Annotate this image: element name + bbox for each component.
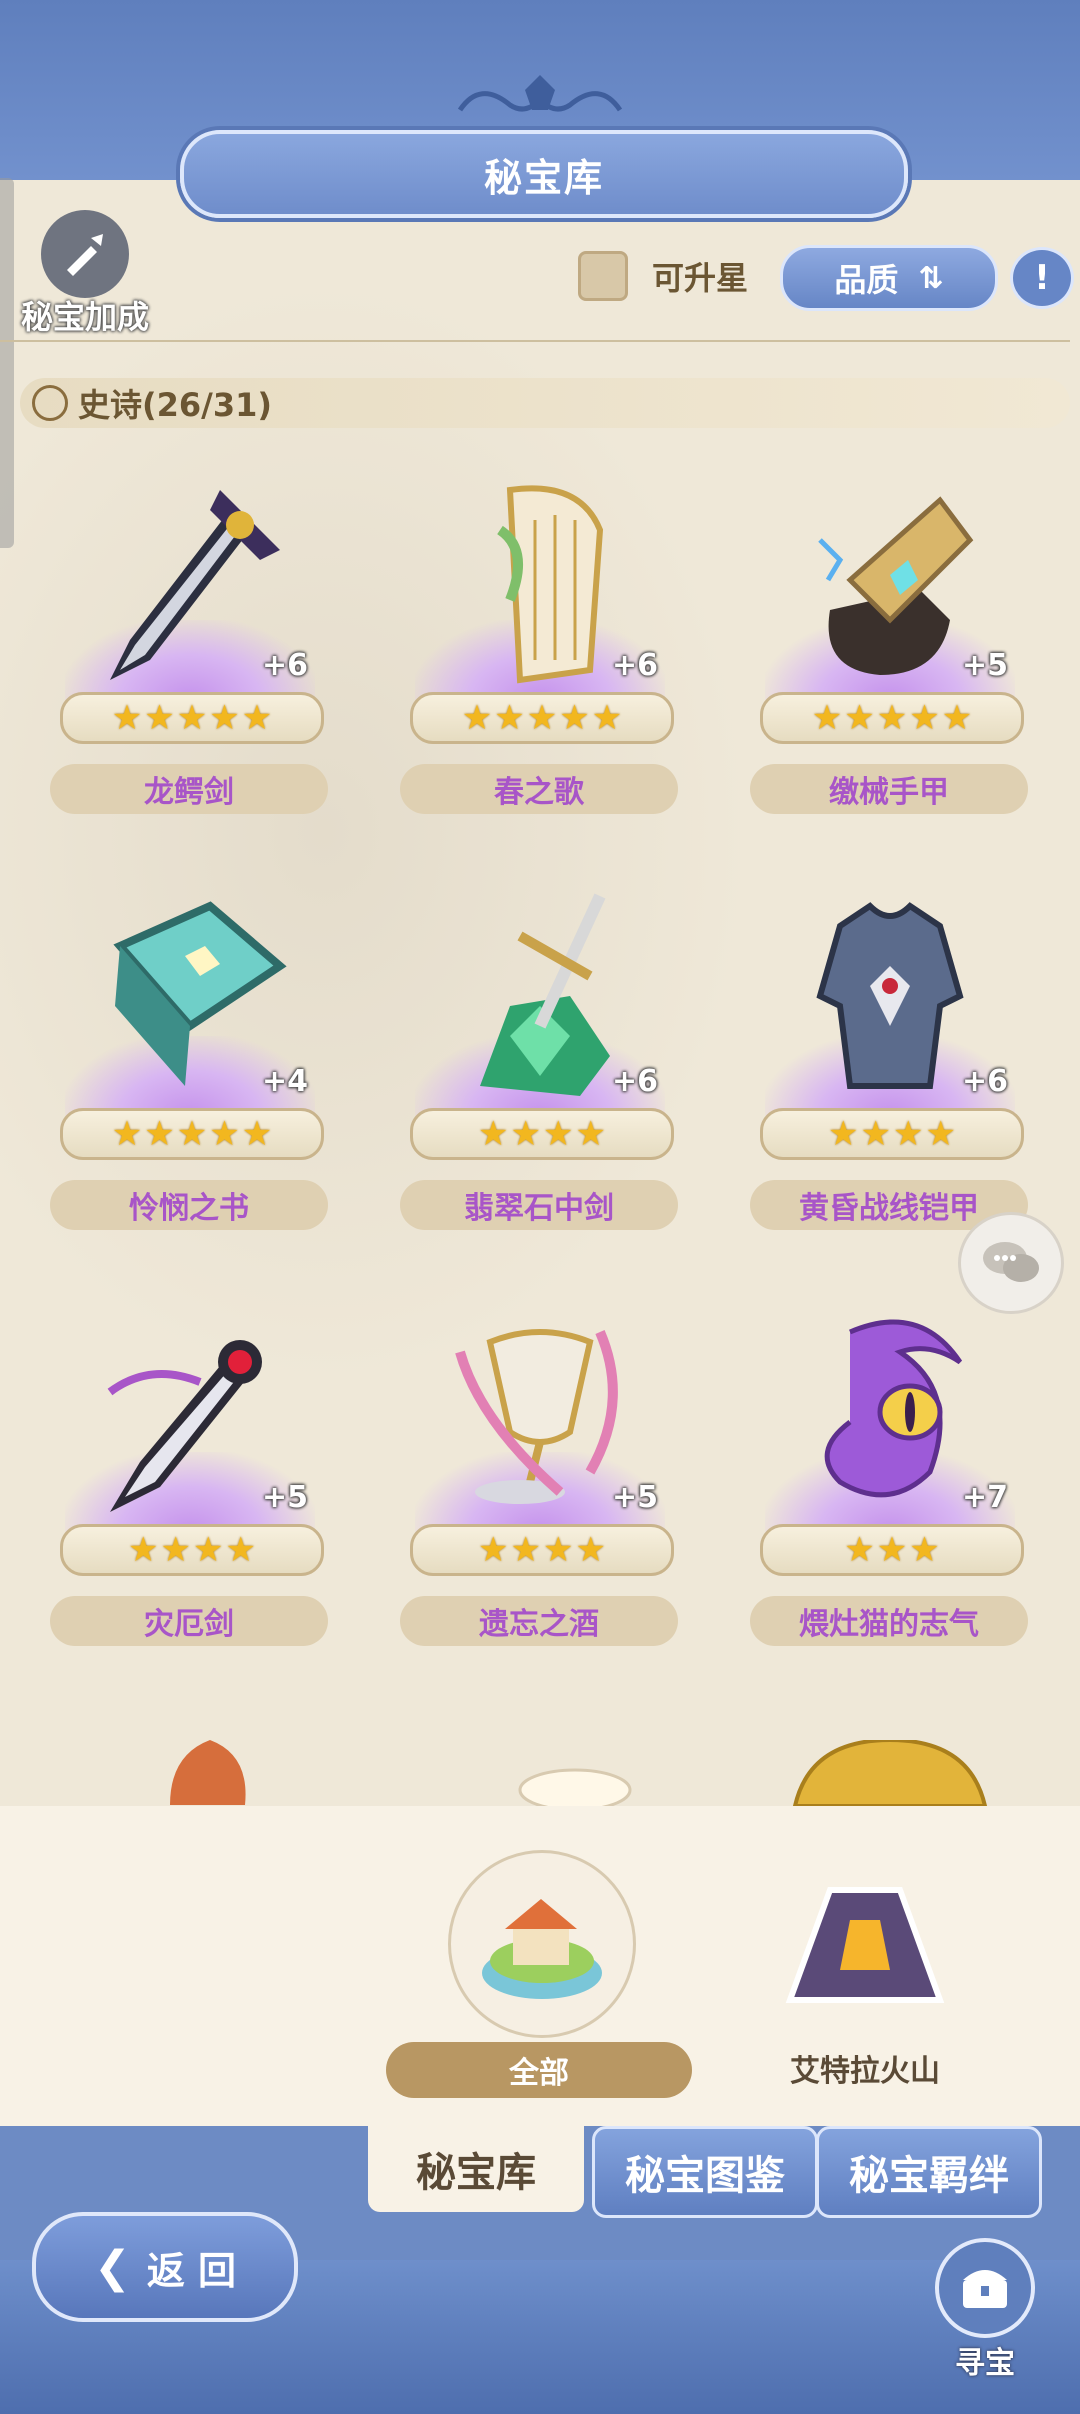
item-name: 煨灶猫的志气: [750, 1596, 1028, 1646]
treasure-bonus-button[interactable]: 秘宝加成: [10, 210, 160, 336]
item-name: 春之歌: [400, 764, 678, 814]
info-icon[interactable]: !: [1010, 247, 1074, 309]
star-rating: ★ ★ ★ ★ ★: [60, 1108, 324, 1160]
title-ornament-icon: [457, 75, 623, 112]
epic-icon: [32, 385, 68, 421]
level-badge: +4: [261, 1064, 308, 1099]
item-name: 翡翠石中剑: [400, 1180, 678, 1230]
tab-treasure-bonds[interactable]: 秘宝羁绊: [816, 2126, 1042, 2218]
volcano-icon: [785, 1887, 945, 2003]
sword-in-stone-icon: [480, 893, 610, 1096]
star-rating: ★ ★ ★ ★: [410, 1524, 674, 1576]
bonus-label: 秘宝加成: [20, 298, 149, 336]
title-banner: 秘宝库: [180, 130, 908, 218]
level-badge: +5: [961, 648, 1008, 683]
level-badge: +5: [261, 1480, 308, 1515]
star-rating: ★ ★ ★ ★: [60, 1524, 324, 1576]
region-all-button[interactable]: [448, 1850, 636, 2038]
house-island-icon: [482, 1899, 602, 1999]
upgradable-label: 可升星: [652, 259, 749, 297]
sort-quality-button[interactable]: 品质 ⇅: [780, 245, 998, 311]
region-volcano-button[interactable]: [780, 1860, 950, 2020]
page-title: 秘宝库: [483, 155, 604, 200]
level-badge: +6: [611, 648, 658, 683]
flower-icon: [518, 1768, 632, 1806]
region-all-label[interactable]: 全部: [386, 2042, 692, 2098]
star-rating: ★ ★ ★ ★: [760, 1108, 1024, 1160]
treasure-hunt-label: 寻宝: [955, 2346, 1015, 2381]
sort-label: 品质: [834, 261, 899, 299]
upgradable-checkbox[interactable]: [578, 251, 628, 301]
section-header-epic: 史诗(26/31): [20, 378, 1070, 428]
level-badge: +6: [261, 648, 308, 683]
star-rating: ★ ★ ★ ★ ★: [410, 692, 674, 744]
sword-icon: [110, 490, 280, 680]
goblet-icon: [455, 1329, 618, 1504]
item-name: 缴械手甲: [750, 764, 1028, 814]
tab-treasure-catalog[interactable]: 秘宝图鉴: [592, 2126, 818, 2218]
coin-icon: [792, 1740, 988, 1806]
treasure-card[interactable]: +6 ★ ★ ★ ★ 黄昏战线铠甲: [740, 886, 1040, 1236]
gauntlet-icon: [818, 496, 974, 675]
item-name: 怜悯之书: [50, 1180, 328, 1230]
chat-icon[interactable]: [958, 1212, 1064, 1314]
bonus-icon: [41, 210, 129, 298]
harp-icon: [496, 485, 604, 684]
item-name: 龙鳄剑: [50, 764, 328, 814]
divider: [0, 340, 1070, 342]
level-badge: +6: [961, 1064, 1008, 1099]
cursed-sword-icon: [107, 1340, 262, 1512]
item-name: 遗忘之酒: [400, 1596, 678, 1646]
section-label: 史诗(26/31): [78, 386, 273, 424]
book-icon: [113, 901, 287, 1086]
back-arrow-icon: ❮: [93, 2241, 131, 2293]
flask-icon: [170, 1740, 246, 1805]
star-rating: ★ ★ ★: [760, 1524, 1024, 1576]
region-volcano-label: 艾特拉火山: [790, 2054, 940, 2089]
treasure-card[interactable]: +7 ★ ★ ★ 煨灶猫的志气: [740, 1302, 1040, 1652]
item-name: 灾厄剑: [50, 1596, 328, 1646]
armor-icon: [816, 902, 964, 1089]
star-rating: ★ ★ ★ ★ ★: [60, 692, 324, 744]
upgradable-filter[interactable]: 可升星: [578, 251, 749, 301]
treasure-card[interactable]: +6 ★ ★ ★ ★ ★ 春之歌: [390, 470, 690, 820]
treasure-card[interactable]: +5 ★ ★ ★ ★ ★ 缴械手甲: [740, 470, 1040, 820]
cat-spirit-icon: [824, 1319, 963, 1498]
level-badge: +5: [611, 1480, 658, 1515]
star-rating: ★ ★ ★ ★: [410, 1108, 674, 1160]
treasure-card[interactable]: +6 ★ ★ ★ ★ 翡翠石中剑: [390, 886, 690, 1236]
sort-arrows-icon: ⇅: [918, 260, 944, 296]
treasure-card[interactable]: +4 ★ ★ ★ ★ ★ 怜悯之书: [40, 886, 340, 1236]
treasure-card[interactable]: +5 ★ ★ ★ ★ 遗忘之酒: [390, 1302, 690, 1652]
tab-treasure-vault[interactable]: 秘宝库: [368, 2126, 584, 2212]
treasure-card[interactable]: +6 ★ ★ ★ ★ ★ 龙鳄剑: [40, 470, 340, 820]
level-badge: +6: [611, 1064, 658, 1099]
treasure-chest-icon: [935, 2238, 1035, 2338]
level-badge: +7: [961, 1480, 1008, 1515]
treasure-hunt-button[interactable]: 寻宝: [930, 2238, 1040, 2388]
treasure-card[interactable]: +5 ★ ★ ★ ★ 灾厄剑: [40, 1302, 340, 1652]
star-rating: ★ ★ ★ ★ ★: [760, 692, 1024, 744]
back-label: 返 回: [146, 2248, 237, 2293]
back-button[interactable]: ❮ 返 回: [32, 2212, 298, 2322]
